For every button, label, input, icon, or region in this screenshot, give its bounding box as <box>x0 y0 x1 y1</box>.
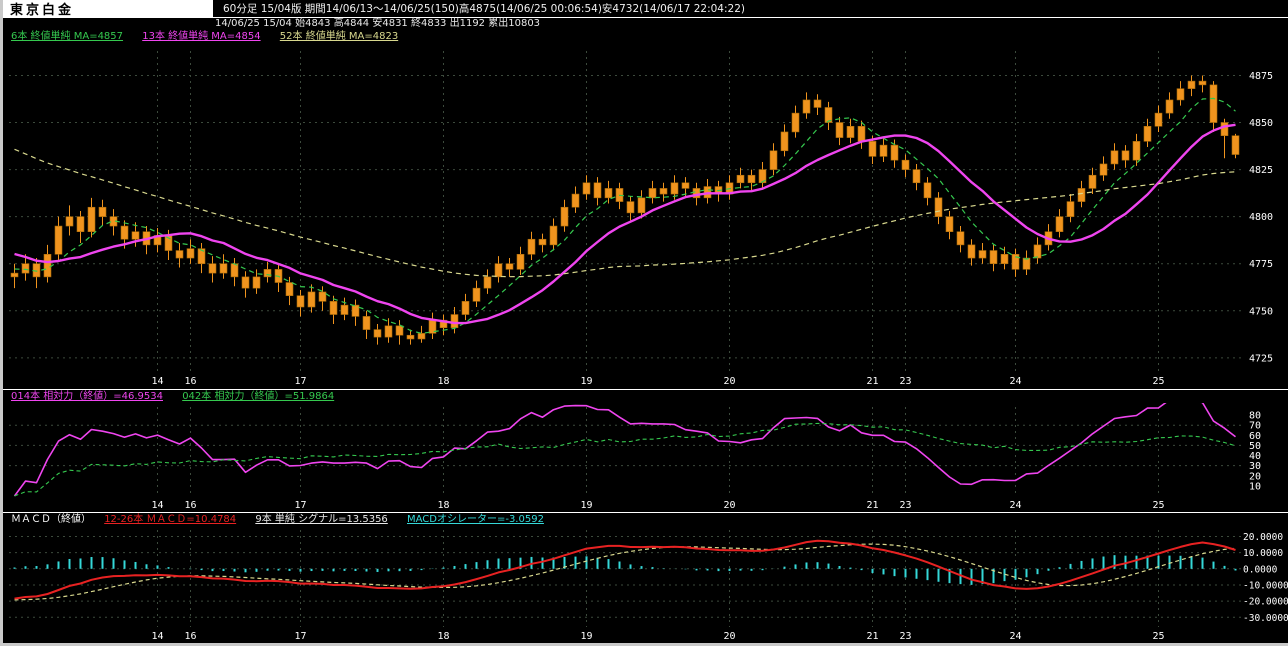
svg-text:10.0000: 10.0000 <box>1243 548 1283 559</box>
rsi-chart-canvas: 14 16 17 18 19 20 21 23 24 258070605040302010 <box>9 403 1261 511</box>
svg-text:16: 16 <box>184 631 196 642</box>
svg-text:20: 20 <box>723 500 735 511</box>
svg-text:24: 24 <box>1009 631 1021 642</box>
svg-text:10: 10 <box>1249 481 1261 492</box>
ma52-legend-item: 52本 終値単純 MA=4823 <box>279 31 399 42</box>
svg-text:4725: 4725 <box>1249 353 1273 364</box>
svg-text:-20.0000: -20.0000 <box>1243 597 1288 608</box>
svg-text:18: 18 <box>437 500 449 511</box>
svg-text:18: 18 <box>437 631 449 642</box>
svg-text:4875: 4875 <box>1249 71 1273 82</box>
svg-text:18: 18 <box>437 376 449 387</box>
svg-text:-10.0000: -10.0000 <box>1243 580 1288 591</box>
svg-text:21: 21 <box>866 376 878 387</box>
svg-text:4800: 4800 <box>1249 212 1273 223</box>
instrument-title: 東京白金 <box>3 0 213 18</box>
macd-chart-canvas: 14 16 17 18 19 20 21 23 24 25 20.0000 10.0000 0.0000… <box>9 530 1288 642</box>
svg-text:16: 16 <box>184 500 196 511</box>
svg-text:17: 17 <box>294 376 306 387</box>
macd-oscillator-legend-item: MACDオシレーター=-3.0592 <box>406 514 544 525</box>
svg-text:20: 20 <box>723 631 735 642</box>
svg-text:20: 20 <box>723 376 735 387</box>
svg-text:4825: 4825 <box>1249 165 1273 176</box>
svg-text:-30.0000: -30.0000 <box>1243 613 1288 624</box>
svg-text:17: 17 <box>294 500 306 511</box>
svg-text:14: 14 <box>151 631 163 642</box>
macd-signal-legend-item: 9本 単純 シグナル=13.5356 <box>255 514 388 525</box>
svg-text:19: 19 <box>580 631 592 642</box>
svg-text:21: 21 <box>866 631 878 642</box>
svg-text:23: 23 <box>899 376 911 387</box>
macd-title: ＭＡＣＤ（終値） <box>11 514 91 525</box>
svg-text:16: 16 <box>184 376 196 387</box>
rsi42-legend-item: 042本 相対力（終値）=51.9864 <box>182 391 335 402</box>
svg-text:23: 23 <box>899 631 911 642</box>
svg-text:4775: 4775 <box>1249 259 1273 270</box>
svg-text:25: 25 <box>1152 631 1164 642</box>
svg-text:0.0000: 0.0000 <box>1243 564 1278 575</box>
rsi14-legend-item: 014本 相対力（終値）=46.9534 <box>11 391 163 402</box>
svg-text:21: 21 <box>866 500 878 511</box>
header-row: 東京白金 60分足 15/04版 期間14/06/13～14/06/25(150… <box>3 0 1288 18</box>
svg-text:24: 24 <box>1009 376 1021 387</box>
rsi-legend: 014本 相対力（終値）=46.9534 042本 相対力（終値）=51.986… <box>3 389 1288 403</box>
macd-legend: ＭＡＣＤ（終値） 12-26本 ＭＡＣＤ=10.4784 9本 単純 シグナル=… <box>3 512 1288 526</box>
svg-text:24: 24 <box>1009 500 1021 511</box>
svg-text:19: 19 <box>580 376 592 387</box>
quote-line: 14/06/25 15/04 始4843 高4844 安4831 終4833 出… <box>215 18 541 29</box>
svg-text:19: 19 <box>580 500 592 511</box>
chart-info-line: 60分足 15/04版 期間14/06/13～14/06/25(150)高487… <box>223 3 745 15</box>
svg-text:25: 25 <box>1152 376 1164 387</box>
ma13-legend-item: 13本 終値単純 MA=4854 <box>142 31 261 42</box>
svg-text:4750: 4750 <box>1249 306 1273 317</box>
chart-window: 東京白金 60分足 15/04版 期間14/06/13～14/06/25(150… <box>0 0 1288 646</box>
ma6-legend-item: 6本 終値単純 MA=4857 <box>11 31 124 42</box>
macd-value-legend-item: 12-26本 ＭＡＣＤ=10.4784 <box>104 514 237 525</box>
svg-text:20.0000: 20.0000 <box>1243 532 1283 543</box>
svg-text:4850: 4850 <box>1249 118 1273 129</box>
svg-text:17: 17 <box>294 631 306 642</box>
svg-text:23: 23 <box>899 500 911 511</box>
price-chart-canvas: 14 16 17 18 19 20 21 23 24 25 4875 4850 4825 4800 4775… <box>9 51 1273 387</box>
svg-text:14: 14 <box>151 376 163 387</box>
svg-text:14: 14 <box>151 500 163 511</box>
svg-text:25: 25 <box>1152 500 1164 511</box>
ma-legend: 6本 終値単純 MA=4857 13本 終値単純 MA=4854 52本 終値単… <box>3 30 1288 43</box>
